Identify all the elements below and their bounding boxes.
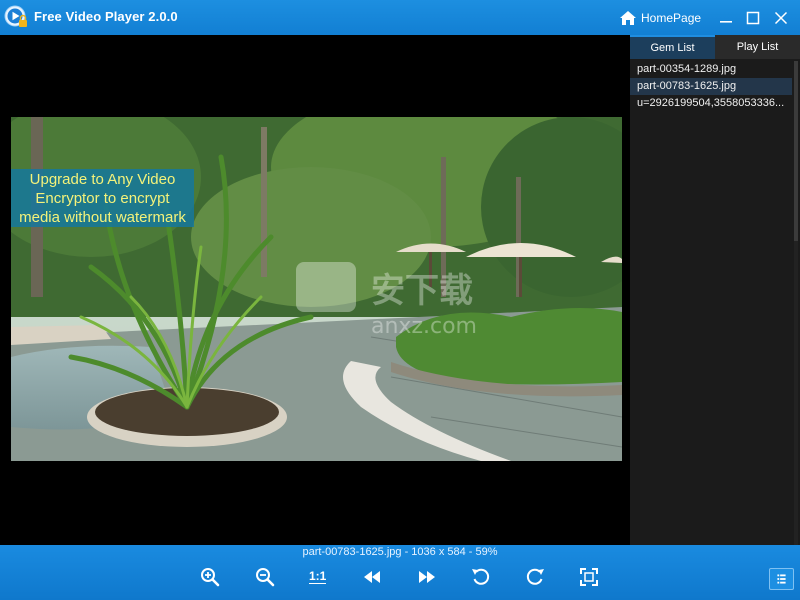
- minimize-button[interactable]: [717, 9, 735, 27]
- list-item[interactable]: part-00354-1289.jpg: [630, 61, 792, 78]
- title-bar: Free Video Player 2.0.0 HomePage: [0, 0, 800, 35]
- maximize-button[interactable]: [744, 9, 762, 27]
- playlist-toggle-button[interactable]: [769, 568, 794, 590]
- scrollbar-thumb[interactable]: [794, 61, 798, 241]
- home-icon: [620, 11, 636, 25]
- rotate-right-icon: [526, 568, 544, 585]
- tab-gem-list[interactable]: Gem List: [630, 35, 715, 59]
- homepage-button[interactable]: HomePage: [619, 9, 701, 27]
- list-icon: [777, 574, 786, 584]
- list-item[interactable]: u=2926199504,3558053336...: [630, 95, 792, 112]
- bottom-toolbar: part-00783-1625.jpg - 1036 x 584 - 59% 1…: [0, 545, 800, 600]
- file-panel: Gem List Play List part-00354-1289.jpg p…: [630, 35, 800, 545]
- rotate-left-icon: [472, 568, 490, 585]
- app-title: Free Video Player 2.0.0: [34, 9, 178, 24]
- zoom-in-icon: [201, 568, 220, 587]
- list-item-selected[interactable]: part-00783-1625.jpg: [630, 78, 792, 95]
- svg-text:安下载: 安下载: [371, 271, 473, 311]
- homepage-label: HomePage: [641, 11, 702, 25]
- panel-tabs: Gem List Play List: [630, 35, 800, 59]
- next-icon: [419, 571, 435, 583]
- next-button[interactable]: [416, 566, 438, 588]
- promo-line-1: Upgrade to Any Video: [29, 171, 176, 188]
- previous-icon: [364, 571, 380, 583]
- image-viewer[interactable]: 安下载 anxz.com Upgrade to Any Video Encryp…: [0, 35, 630, 545]
- rotate-left-button[interactable]: [470, 566, 492, 588]
- svg-text:anxz.com: anxz.com: [371, 314, 477, 339]
- panel-scrollbar[interactable]: [794, 61, 798, 545]
- maximize-icon: [746, 11, 760, 25]
- fit-screen-icon: [580, 568, 598, 586]
- close-button[interactable]: [772, 9, 790, 27]
- file-list: part-00354-1289.jpg part-00783-1625.jpg …: [630, 61, 792, 112]
- upgrade-promo-banner[interactable]: Upgrade to Any Video Encryptor to encryp…: [11, 169, 194, 227]
- status-text: part-00783-1625.jpg - 1036 x 584 - 59%: [302, 546, 498, 558]
- fit-screen-button[interactable]: [578, 566, 600, 588]
- promo-line-3: media without watermark: [19, 209, 186, 226]
- actual-size-button[interactable]: 1:1: [309, 569, 327, 584]
- minimize-icon: [720, 21, 732, 23]
- zoom-out-button[interactable]: [254, 566, 276, 588]
- promo-line-2: Encryptor to encrypt: [35, 190, 170, 207]
- previous-button[interactable]: [361, 566, 383, 588]
- tab-play-list[interactable]: Play List: [715, 35, 800, 59]
- app-logo-icon: [4, 5, 28, 29]
- zoom-out-icon: [256, 568, 275, 587]
- zoom-in-button[interactable]: [199, 566, 221, 588]
- close-icon: [774, 11, 788, 25]
- rotate-right-button[interactable]: [524, 566, 546, 588]
